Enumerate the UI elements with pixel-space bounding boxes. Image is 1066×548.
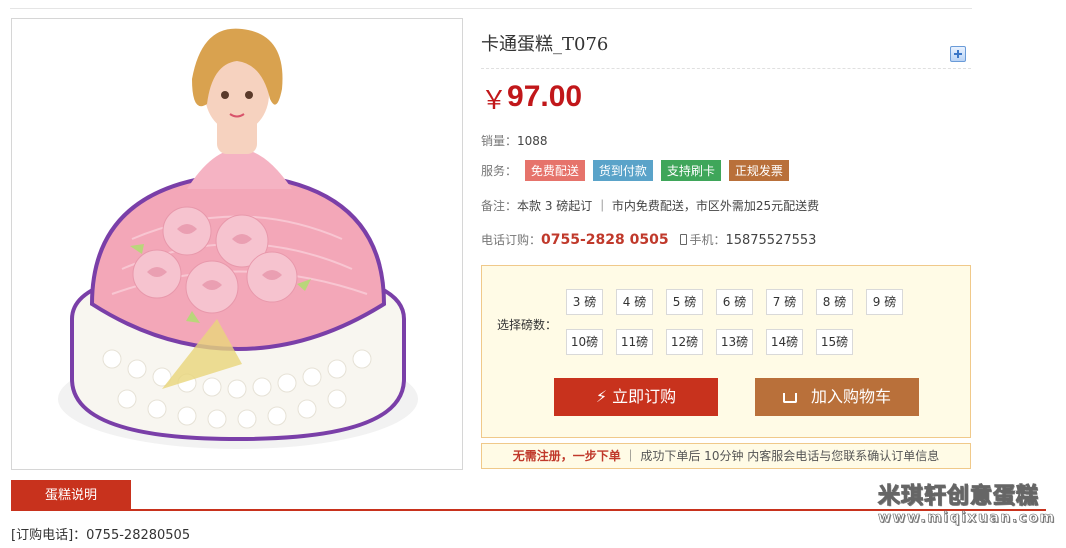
service-tag-card: 支持刷卡 [660, 160, 721, 181]
order-note: 无需注册，一步下单 ｜ 成功下单后 10分钟 内客服会电话与您联系确认订单信息 [481, 443, 971, 469]
weight-option-10[interactable]: 10磅 [566, 329, 603, 355]
weight-option-12[interactable]: 12磅 [666, 329, 703, 355]
cake-illustration [58, 28, 418, 449]
price-value: 97.00 [507, 80, 583, 113]
remark-label: 备注： [481, 199, 518, 213]
plus-icon[interactable] [950, 46, 966, 62]
order-note-highlight: 无需注册，一步下单 [512, 449, 621, 463]
sales-row: 销量：1088 [481, 132, 548, 149]
watermark-brand: 米琪轩创意蛋糕 [878, 484, 1040, 510]
weight-option-5[interactable]: 5 磅 [666, 289, 703, 315]
product-price: ￥97.00 [481, 80, 582, 117]
weight-option-6[interactable]: 6 磅 [716, 289, 753, 315]
mobile-number: 15875527553 [725, 233, 817, 248]
weight-option-14[interactable]: 14磅 [766, 329, 803, 355]
order-phone-label: 电话订购： [481, 233, 542, 247]
add-to-cart-label: 加入购物车 [810, 387, 891, 406]
currency-symbol: ￥ [481, 86, 508, 116]
weight-option-7[interactable]: 7 磅 [766, 289, 803, 315]
sales-value: 1088 [517, 134, 548, 148]
remark-row: 备注：本款 3 磅起订 ｜ 市内免费配送，市区外需加25元配送费 [481, 197, 819, 214]
order-note-text: ｜ 成功下单后 10分钟 内客服会电话与您联系确认订单信息 [620, 449, 940, 463]
weight-option-9[interactable]: 9 磅 [866, 289, 903, 315]
top-divider [10, 8, 972, 9]
sales-label: 销量： [481, 134, 518, 148]
mobile-label: 手机： [689, 233, 726, 247]
contact-phone: [订购电话]：0755-28280505 [11, 528, 191, 543]
add-to-cart-button[interactable]: 加入购物车 [755, 378, 919, 416]
cart-icon [782, 393, 797, 403]
weight-option-11[interactable]: 11磅 [616, 329, 653, 355]
mobile-phone-icon [680, 234, 688, 245]
service-tag-free-delivery: 免费配送 [524, 160, 585, 181]
order-phone-row: 电话订购：0755-2828 0505 手机：15875527553 [481, 231, 816, 248]
product-title: 卡通蛋糕_T076 [481, 34, 609, 55]
purchase-panel: 选择磅数： 3 磅 4 磅 5 磅 6 磅 7 磅 8 磅 9 磅 10磅 11… [481, 265, 971, 438]
product-image[interactable] [11, 18, 463, 470]
weight-option-3[interactable]: 3 磅 [566, 289, 603, 315]
watermark: 米琪轩创意蛋糕 www.miqixuan.com [878, 478, 1056, 527]
service-row: 服务： 免费配送 货到付款 支持刷卡 正规发票 [481, 160, 797, 181]
tab-cake-description[interactable]: 蛋糕说明 [11, 480, 131, 511]
service-label: 服务： [481, 164, 518, 178]
watermark-url: www.miqixuan.com [878, 510, 1056, 527]
weight-option-8[interactable]: 8 磅 [816, 289, 853, 315]
service-tag-invoice: 正规发票 [728, 160, 789, 181]
order-phone-number: 0755-2828 0505 [541, 232, 669, 248]
weight-label: 选择磅数： [497, 318, 558, 332]
title-divider [481, 68, 971, 69]
buy-now-button[interactable]: ⚡ 立即订购 [554, 378, 718, 416]
weight-option-13[interactable]: 13磅 [716, 329, 753, 355]
service-tag-cod: 货到付款 [592, 160, 653, 181]
remark-text: 本款 3 磅起订 ｜ 市内免费配送，市区外需加25元配送费 [517, 199, 820, 213]
weight-option-4[interactable]: 4 磅 [616, 289, 653, 315]
weight-option-15[interactable]: 15磅 [816, 329, 853, 355]
